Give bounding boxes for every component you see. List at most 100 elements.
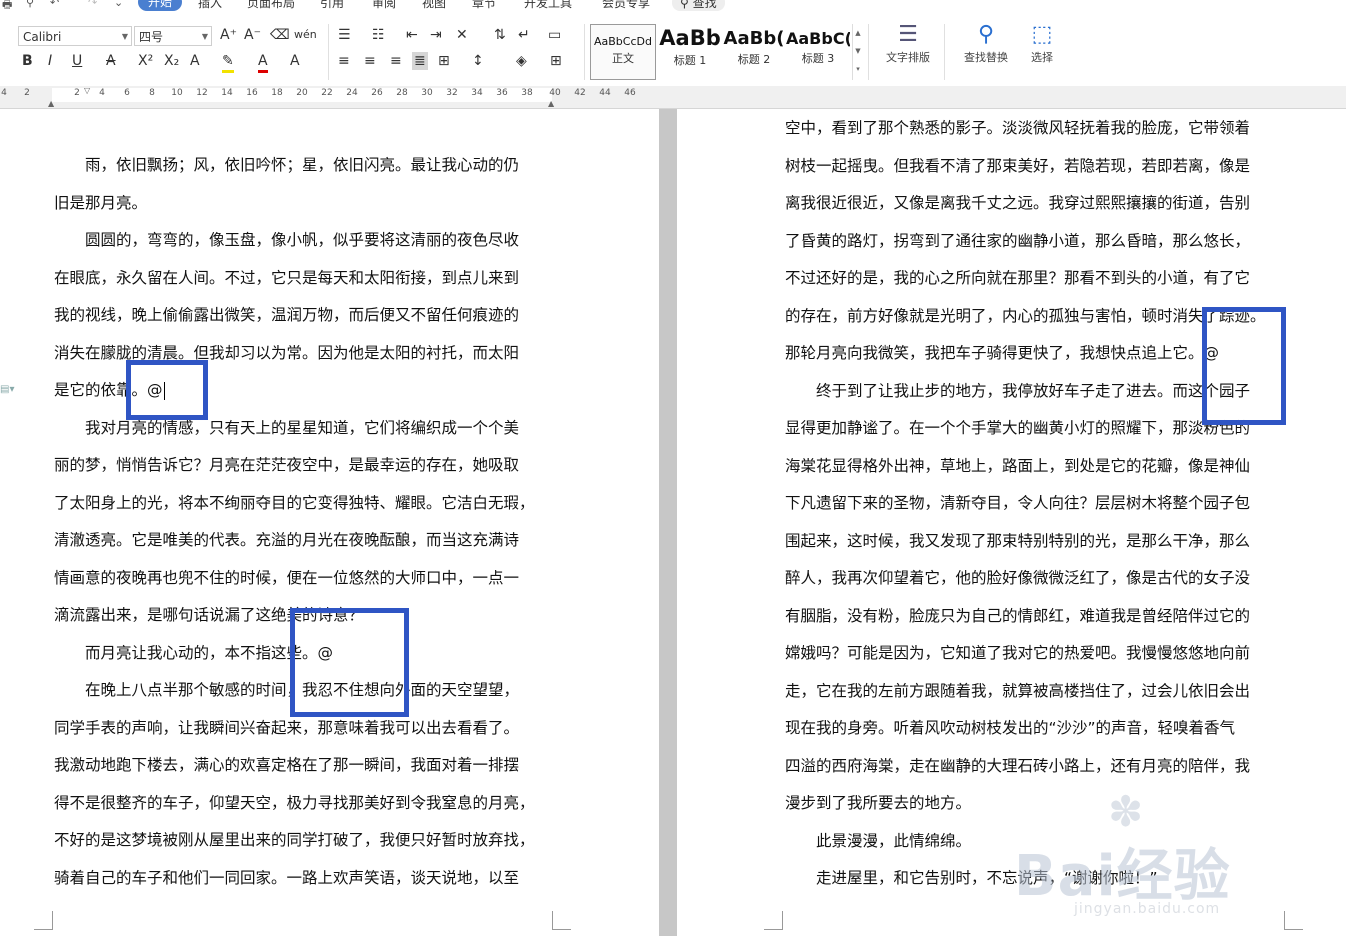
undo-icon[interactable]: ↶ — [50, 0, 59, 9]
annotation-box — [126, 360, 208, 420]
justify-icon[interactable]: ≣ — [412, 52, 428, 70]
tab-view[interactable]: 视图 — [422, 0, 446, 11]
ruler-tick: 20 — [296, 88, 308, 98]
horizontal-ruler: 4 2 2 4 6 8 10 12 14 16 18 20 22 24 26 2… — [0, 86, 1346, 109]
table-tools-icon[interactable]: ▭ — [548, 26, 561, 44]
page-gutter — [659, 109, 677, 936]
bullet-list-icon[interactable]: ☰ — [338, 26, 351, 44]
font-family-select[interactable]: Calibri ▼ — [18, 26, 132, 46]
underline-icon[interactable]: U — [72, 52, 82, 70]
text-line: 在眼底，永久留在人间。不过，它只是每天和太阳衔接，到点儿来到 — [54, 268, 520, 287]
text-line: 我的视线，晚上偷偷露出微笑，温润万物，而后便又不留任何痕迹的 — [54, 306, 520, 324]
text-line: 空中，看到了那个熟悉的影子。淡淡微风轻抚着我的脸庞，它带领着 — [785, 119, 1251, 137]
tab-references[interactable]: 引用 — [320, 0, 344, 11]
paragraph-marker-icon[interactable]: ▤▾ — [0, 384, 14, 395]
ruler-tick: 6 — [124, 88, 130, 98]
tab-home[interactable]: 开始 — [138, 0, 183, 11]
clear-format-icon[interactable]: ⌫ — [270, 26, 290, 44]
print-icon[interactable]: 🖶 — [2, 0, 12, 14]
numbered-list-icon[interactable]: ☷ — [372, 26, 385, 44]
text-layout-icon: ☰ — [898, 22, 918, 47]
text-line: 的存在，前方好像就是光明了，内心的孤独与害怕，顿时消失了踪迹。 — [785, 306, 1266, 325]
show-marks-icon[interactable]: ↵ — [518, 26, 530, 44]
chevron-down-icon[interactable]: ⌄ — [114, 0, 123, 9]
select-label: 选择 — [1031, 51, 1053, 64]
ruler-tick: 30 — [421, 88, 433, 98]
select-button[interactable]: ⬚ 选择 — [1022, 22, 1062, 65]
search-label: 查找 — [692, 0, 717, 10]
tab-insert[interactable]: 插入 — [198, 0, 222, 11]
ruler-tick: 2 — [74, 88, 80, 98]
ruler-tick: 18 — [271, 88, 283, 98]
document-area: ▤▾ 雨，依旧飘扬；风，依旧吟怀；星，依旧闪亮。最让我心动的仍 旧是那月亮。 圆… — [0, 109, 1346, 936]
bold-icon[interactable]: B — [22, 52, 33, 70]
chevron-down-icon: ▼ — [121, 32, 128, 41]
grow-font-icon[interactable]: A⁺ — [220, 26, 237, 44]
borders-icon[interactable]: ⊞ — [550, 52, 562, 70]
superscript-icon[interactable]: X² — [138, 52, 153, 70]
watermark-text: Bai经验 — [1014, 844, 1231, 909]
tab-page-layout[interactable]: 页面布局 — [247, 0, 295, 11]
align-center-icon[interactable]: ≡ — [364, 52, 376, 70]
watermark-url: jingyan.baidu.com — [1074, 901, 1221, 917]
text-line: 海棠花显得格外出神，草地上，路面上，到处是它的花瓣，像是神仙 — [785, 456, 1251, 475]
decrease-indent-icon[interactable]: ⇤ — [406, 26, 418, 44]
distributed-icon[interactable]: ⊞ — [438, 52, 450, 70]
italic-icon[interactable]: I — [48, 52, 52, 70]
style-name: 正文 — [612, 52, 634, 65]
text-line: 了太阳身上的光，将本不绚丽夺目的它变得独特、耀眼。它洁白无瑕， — [54, 493, 535, 512]
left-indent-marker[interactable]: ▲ — [48, 99, 54, 108]
first-line-indent-marker[interactable]: ▽ — [84, 86, 90, 95]
left-page-text[interactable]: 雨，依旧飘扬；风，依旧吟怀；星，依旧闪亮。最让我心动的仍 旧是那月亮。 圆圆的，… — [54, 147, 535, 897]
align-right-icon[interactable]: ≡ — [390, 52, 402, 70]
ruler-tick: 42 — [574, 88, 586, 98]
divider — [584, 24, 585, 80]
style-sample: AaBbC( — [786, 29, 850, 48]
style-gallery: AaBbCcDd 正文 AaBb 标题 1 AaBb( 标题 2 AaBbC( … — [590, 24, 864, 82]
shrink-font-icon[interactable]: A⁻ — [244, 26, 261, 44]
select-cursor-icon: ⬚ — [1031, 22, 1053, 47]
find-replace-button[interactable]: ⚲ 查找替换 — [954, 22, 1018, 65]
right-indent-marker[interactable]: ▲ — [548, 99, 554, 108]
style-heading-1[interactable]: AaBb 标题 1 — [658, 24, 722, 80]
preview-icon[interactable]: ⚲ — [26, 0, 34, 9]
crop-mark — [764, 911, 783, 930]
font-color-icon[interactable]: A — [258, 52, 268, 73]
tab-chapter[interactable]: 章节 — [472, 0, 496, 11]
text-effect-icon[interactable]: A — [190, 52, 200, 70]
right-page-text[interactable]: 空中，看到了那个熟悉的影子。淡淡微风轻抚着我的脸庞，它带领着 树枝一起摇曳。但我… — [785, 110, 1266, 898]
ruler-tick: 36 — [496, 88, 508, 98]
sort-icon[interactable]: ⇅ — [494, 26, 506, 44]
font-size-value: 四号 — [139, 30, 164, 44]
redo-icon[interactable]: ↷ — [88, 0, 97, 9]
tab-member[interactable]: 会员专享 — [602, 0, 650, 11]
gallery-scroll[interactable]: ▲ ▼ ▾ — [852, 24, 863, 80]
chinese-layout-icon[interactable]: ✕ — [456, 26, 468, 44]
line-spacing-icon[interactable]: ↕ — [472, 52, 484, 70]
align-left-icon[interactable]: ≡ — [338, 52, 350, 70]
ruler-tick: 16 — [246, 88, 258, 98]
text-line: 雨，依旧飘扬；风，依旧吟怀；星，依旧闪亮。最让我心动的仍 — [54, 156, 520, 174]
text-layout-button[interactable]: ☰ 文字排版 — [878, 22, 938, 65]
shading-icon[interactable]: ◈ — [516, 52, 527, 70]
style-normal[interactable]: AaBbCcDd 正文 — [590, 24, 656, 80]
search-icon: ⚲ — [680, 0, 689, 10]
tab-review[interactable]: 审阅 — [372, 0, 396, 11]
text-line: 情画意的夜晚再也兜不住的时候，便在一位悠然的大师口中，一点一 — [54, 568, 520, 587]
style-name: 标题 1 — [673, 54, 707, 67]
text-line: 不好的是这梦境被刚从屋里出来的同学打破了，我便只好暂时放弃找， — [54, 831, 535, 849]
subscript-icon[interactable]: X₂ — [164, 52, 179, 70]
phonetic-guide-icon[interactable]: wén — [294, 26, 317, 44]
ruler-tick: 28 — [396, 88, 408, 98]
char-border-icon[interactable]: A — [290, 52, 300, 70]
style-heading-3[interactable]: AaBbC( 标题 3 — [786, 24, 850, 80]
ruler-tick: 12 — [196, 88, 208, 98]
font-size-select[interactable]: 四号 ▼ — [134, 26, 212, 46]
style-heading-2[interactable]: AaBb( 标题 2 — [722, 24, 786, 80]
ruler-tick: 32 — [446, 88, 458, 98]
search-button[interactable]: ⚲ 查找 — [672, 0, 725, 11]
tab-developer[interactable]: 开发工具 — [524, 0, 572, 11]
highlight-icon[interactable]: ✎ — [222, 52, 234, 73]
increase-indent-icon[interactable]: ⇥ — [430, 26, 442, 44]
strikethrough-icon[interactable]: A — [106, 52, 116, 70]
